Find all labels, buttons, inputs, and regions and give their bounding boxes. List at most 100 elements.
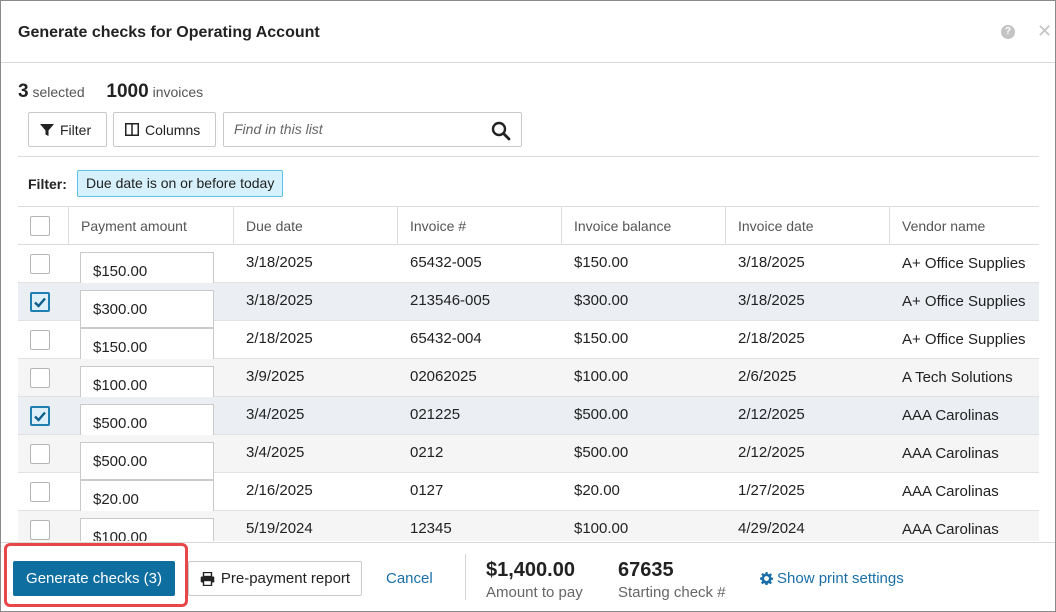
- invoice-balance-cell: $500.00: [574, 406, 629, 423]
- invoice-number-cell: 12345: [410, 520, 452, 537]
- invoice-date-cell: 2/6/2025: [738, 368, 797, 385]
- invoice-balance-cell: $150.00: [574, 254, 629, 271]
- invoice-table: Payment amount Due date Invoice # Invoic…: [18, 206, 1039, 541]
- selected-count: 3: [18, 81, 29, 102]
- row-checkbox[interactable]: [30, 520, 50, 540]
- generate-checks-button[interactable]: Generate checks (3): [13, 561, 175, 596]
- amount-to-pay-value: $1,400.00: [486, 559, 575, 581]
- col-vendor-name[interactable]: Vendor name: [889, 207, 1039, 245]
- funnel-icon: [40, 123, 54, 136]
- invoice-number-cell: 0127: [410, 482, 444, 499]
- invoice-label: invoices: [152, 84, 204, 100]
- filter-button-label: Filter: [60, 121, 92, 138]
- cancel-link[interactable]: Cancel: [386, 570, 433, 587]
- search-icon[interactable]: [491, 121, 511, 141]
- payment-amount-input[interactable]: $100.00: [80, 518, 214, 541]
- invoice-balance-cell: $100.00: [574, 368, 629, 385]
- vendor-name-cell: A+ Office Supplies: [902, 255, 1026, 272]
- table-row[interactable]: $500.00 3/4/2025 021225 $500.00 2/12/2025 AAA…: [18, 397, 1039, 442]
- table-row[interactable]: $20.00 2/16/2025 0127 $20.00 1/27/2025 AAA Ca…: [18, 473, 1039, 518]
- search-box: [223, 112, 522, 147]
- invoice-balance-cell: $150.00: [574, 330, 629, 347]
- vendor-name-cell: AAA Carolinas: [902, 521, 999, 538]
- columns-button[interactable]: Columns: [113, 112, 216, 147]
- due-date-cell: 3/4/2025: [246, 444, 305, 461]
- invoice-date-cell: 2/12/2025: [738, 444, 805, 461]
- due-date-cell: 5/19/2024: [246, 520, 313, 537]
- col-invoice-number[interactable]: Invoice #: [397, 207, 561, 245]
- row-checkbox[interactable]: [30, 254, 50, 274]
- vendor-name-cell: AAA Carolinas: [902, 483, 999, 500]
- invoice-date-cell: 3/18/2025: [738, 292, 805, 309]
- row-checkbox[interactable]: [30, 406, 50, 426]
- row-checkbox[interactable]: [30, 368, 50, 388]
- printer-icon: [200, 571, 215, 586]
- table-row[interactable]: $100.00 3/9/2025 02062025 $100.00 2/6/2025 A …: [18, 359, 1039, 404]
- filter-button[interactable]: Filter: [28, 112, 107, 147]
- help-icon[interactable]: ?: [1001, 25, 1015, 39]
- select-all-header: [18, 207, 68, 245]
- row-checkbox[interactable]: [30, 292, 50, 312]
- invoice-date-cell: 4/29/2024: [738, 520, 805, 537]
- pre-payment-report-button[interactable]: Pre-payment report: [188, 561, 362, 596]
- invoice-balance-cell: $20.00: [574, 482, 620, 499]
- selection-summary: 3 selected 1000 invoices: [18, 81, 203, 103]
- invoice-number-cell: 021225: [410, 406, 461, 423]
- filter-label: Filter:: [28, 176, 67, 192]
- invoice-balance-cell: $100.00: [574, 520, 629, 537]
- vendor-name-cell: AAA Carolinas: [902, 445, 999, 462]
- select-all-checkbox[interactable]: [30, 216, 50, 236]
- due-date-cell: 2/18/2025: [246, 330, 313, 347]
- invoice-number-cell: 65432-004: [410, 330, 482, 347]
- table-header: Payment amount Due date Invoice # Invoic…: [18, 207, 1039, 245]
- invoice-number-cell: 02062025: [410, 368, 477, 385]
- checkmark-icon: [34, 297, 46, 308]
- generate-checks-dialog: Generate checks for Operating Account ? …: [0, 0, 1056, 612]
- table-row[interactable]: $300.00 3/18/2025 213546-005 $300.00 3/18/20…: [18, 283, 1039, 328]
- checkmark-icon: [34, 411, 46, 422]
- filter-chip[interactable]: Due date is on or before today: [77, 170, 284, 197]
- starting-check-value: 67635: [618, 559, 674, 581]
- due-date-cell: 2/16/2025: [246, 482, 313, 499]
- col-invoice-balance[interactable]: Invoice balance: [561, 207, 725, 245]
- vendor-name-cell: A+ Office Supplies: [902, 293, 1026, 310]
- invoice-balance-cell: $500.00: [574, 444, 629, 461]
- invoice-balance-cell: $300.00: [574, 292, 629, 309]
- vendor-name-cell: AAA Carolinas: [902, 407, 999, 424]
- footer-divider: [465, 554, 466, 600]
- table-row[interactable]: $150.00 2/18/2025 65432-004 $150.00 2/18/202…: [18, 321, 1039, 366]
- due-date-cell: 3/4/2025: [246, 406, 305, 423]
- col-due-date[interactable]: Due date: [233, 207, 397, 245]
- invoice-number-cell: 0212: [410, 444, 444, 461]
- due-date-cell: 3/18/2025: [246, 254, 313, 271]
- table-row[interactable]: $100.00 5/19/2024 12345 $100.00 4/29/2024 AAA…: [18, 511, 1039, 541]
- invoice-count: 1000: [106, 81, 149, 102]
- selected-label: selected: [32, 84, 85, 100]
- col-payment-amount[interactable]: Payment amount: [68, 207, 233, 245]
- show-print-settings-label: Show print settings: [777, 570, 904, 587]
- col-invoice-date[interactable]: Invoice date: [725, 207, 889, 245]
- due-date-cell: 3/9/2025: [246, 368, 305, 385]
- gear-icon: [760, 572, 773, 585]
- search-input[interactable]: [234, 121, 474, 137]
- table-row[interactable]: $500.00 3/4/2025 0212 $500.00 2/12/2025 AAA C…: [18, 435, 1039, 480]
- invoice-date-cell: 2/18/2025: [738, 330, 805, 347]
- invoice-date-cell: 1/27/2025: [738, 482, 805, 499]
- columns-button-label: Columns: [145, 121, 201, 138]
- vendor-name-cell: A+ Office Supplies: [902, 331, 1026, 348]
- row-checkbox[interactable]: [30, 330, 50, 350]
- dialog-header: Generate checks for Operating Account ? …: [1, 1, 1055, 63]
- row-checkbox[interactable]: [30, 482, 50, 502]
- vendor-name-cell: A Tech Solutions: [902, 369, 1013, 386]
- invoice-number-cell: 213546-005: [410, 292, 491, 309]
- row-checkbox[interactable]: [30, 444, 50, 464]
- dialog-title: Generate checks for Operating Account: [18, 24, 320, 41]
- table-row[interactable]: $150.00 3/18/2025 65432-005 $150.00 3/18/202…: [18, 245, 1039, 290]
- amount-to-pay-label: Amount to pay: [486, 584, 583, 601]
- invoice-date-cell: 3/18/2025: [738, 254, 805, 271]
- close-icon[interactable]: ✕: [1037, 21, 1052, 42]
- pre-payment-report-label: Pre-payment report: [220, 570, 351, 587]
- show-print-settings-link[interactable]: Show print settings: [760, 570, 904, 587]
- invoice-number-cell: 65432-005: [410, 254, 482, 271]
- columns-icon: [125, 123, 139, 136]
